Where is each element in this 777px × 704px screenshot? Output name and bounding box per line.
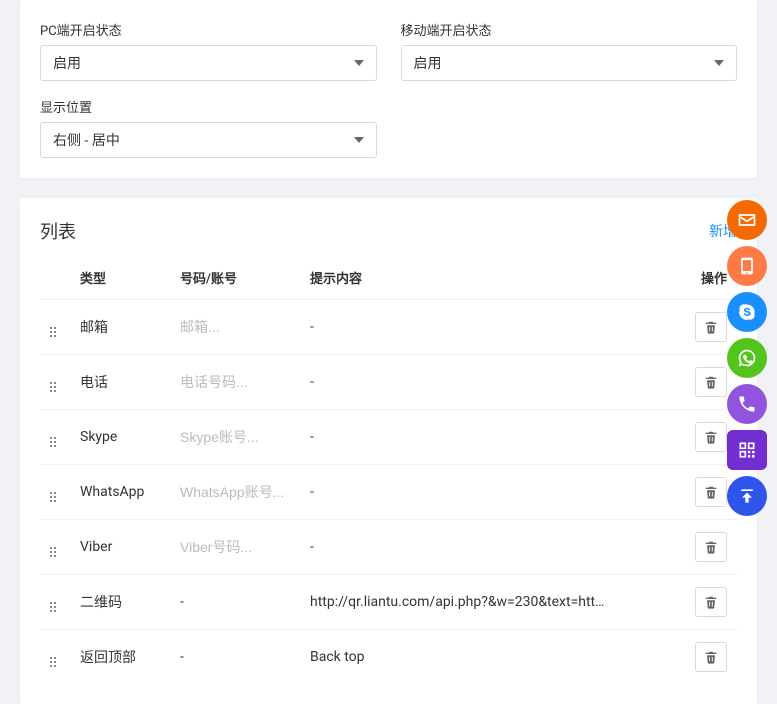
col-hint-header: 提示内容 [300,256,677,300]
account-input[interactable] [180,539,290,555]
drag-handle-icon[interactable] [50,327,56,337]
row-hint: http://qr.liantu.com/api.php?&w=230&text… [310,594,610,610]
col-drag-header [40,256,70,300]
chevron-down-icon [714,60,724,66]
trash-icon [704,650,718,664]
float-email-button[interactable] [727,200,767,240]
drag-handle-icon[interactable] [50,382,56,392]
account-input[interactable] [180,429,290,445]
row-type: Viber [70,520,170,575]
account-input[interactable] [180,319,290,335]
chevron-down-icon [354,137,364,143]
table-row: 邮箱 - [40,300,737,355]
drag-handle-icon[interactable] [50,547,56,557]
whatsapp-icon [737,348,757,368]
row-type: 邮箱 [70,300,170,355]
float-whatsapp-button[interactable] [727,338,767,378]
row-hint: - [310,374,610,390]
row-type: 电话 [70,355,170,410]
row-type: 二维码 [70,575,170,630]
pc-status-group: PC端开启状态 启用 [40,20,377,81]
trash-icon [704,375,718,389]
table-row: 电话 - [40,355,737,410]
drag-handle-icon[interactable] [50,492,56,502]
position-label: 显示位置 [40,97,377,116]
drag-handle-icon[interactable] [50,657,56,667]
backtop-icon [737,486,757,506]
mobile-status-select[interactable]: 启用 [401,45,738,81]
account-input[interactable] [180,484,290,500]
drag-handle-icon[interactable] [50,437,56,447]
pc-status-label: PC端开启状态 [40,20,377,39]
delete-button[interactable] [695,422,727,452]
email-icon [737,210,757,230]
table-row: Viber - [40,520,737,575]
settings-card: PC端开启状态 启用 移动端开启状态 启用 显示位置 右侧 - 居中 [20,0,757,178]
account-input[interactable] [180,374,290,390]
trash-icon [704,595,718,609]
trash-icon [704,540,718,554]
list-card: 列表 新增 类型 号码/账号 提示内容 操作 邮箱-电话-Skype-Whats… [20,198,757,704]
phone-icon [737,256,757,276]
float-phone-button[interactable] [727,246,767,286]
float-viber-button[interactable] [727,384,767,424]
delete-button[interactable] [695,477,727,507]
mobile-status-label: 移动端开启状态 [401,20,738,39]
position-select[interactable]: 右侧 - 居中 [40,122,377,158]
table-row: 返回顶部-Back top [40,630,737,685]
skype-icon [737,302,757,322]
mobile-status-group: 移动端开启状态 启用 [401,20,738,81]
row-account: - [170,575,300,630]
float-backtop-button[interactable] [727,476,767,516]
table-row: Skype - [40,410,737,465]
row-account: - [170,630,300,685]
delete-button[interactable] [695,587,727,617]
row-hint: Back top [310,649,610,665]
delete-button[interactable] [695,532,727,562]
chevron-down-icon [354,60,364,66]
list-header: 列表 新增 [40,218,737,244]
qrcode-icon [737,440,757,460]
row-type: WhatsApp [70,465,170,520]
table-row: WhatsApp - [40,465,737,520]
position-value: 右侧 - 居中 [53,130,354,150]
table-row: 二维码-http://qr.liantu.com/api.php?&w=230&… [40,575,737,630]
delete-button[interactable] [695,642,727,672]
list-title: 列表 [40,218,76,244]
trash-icon [704,485,718,499]
float-skype-button[interactable] [727,292,767,332]
float-qrcode-button[interactable] [727,430,767,470]
delete-button[interactable] [695,312,727,342]
drag-handle-icon[interactable] [50,602,56,612]
row-hint: - [310,484,610,500]
trash-icon [704,320,718,334]
col-account-header: 号码/账号 [170,256,300,300]
position-group: 显示位置 右侧 - 居中 [40,97,377,158]
trash-icon [704,430,718,444]
row-hint: - [310,429,610,445]
row-type: 返回顶部 [70,630,170,685]
float-rail [727,200,767,516]
pc-status-value: 启用 [53,53,354,73]
viber-icon [737,394,757,414]
mobile-status-value: 启用 [414,53,715,73]
row-hint: - [310,319,610,335]
pc-status-select[interactable]: 启用 [40,45,377,81]
delete-button[interactable] [695,367,727,397]
col-type-header: 类型 [70,256,170,300]
row-type: Skype [70,410,170,465]
list-table: 类型 号码/账号 提示内容 操作 邮箱-电话-Skype-WhatsApp-Vi… [40,256,737,684]
row-hint: - [310,539,610,555]
